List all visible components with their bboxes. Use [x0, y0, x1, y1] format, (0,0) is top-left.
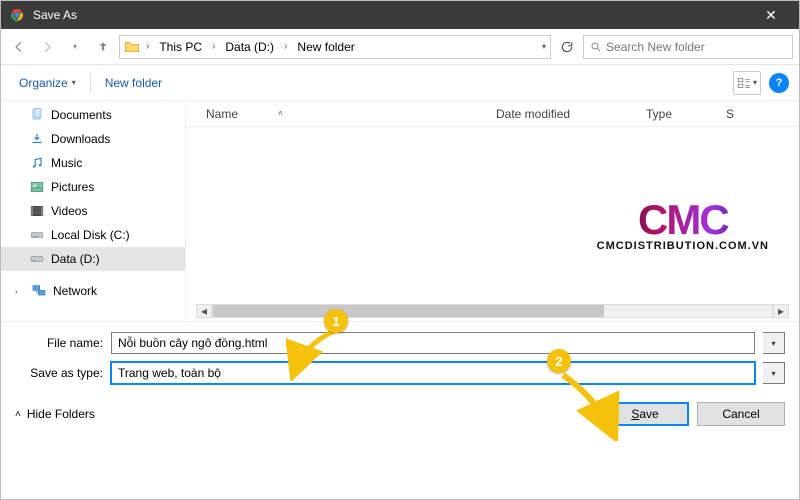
network-icon: [31, 283, 47, 299]
file-list: Name ˄ Date modified Type S ◂ ▸: [186, 101, 799, 321]
column-date[interactable]: Date modified: [496, 107, 646, 121]
new-folder-button[interactable]: New folder: [97, 72, 170, 94]
tree-item-documents[interactable]: Documents: [1, 103, 185, 127]
refresh-button[interactable]: [555, 35, 579, 59]
view-options-button[interactable]: ▾: [733, 71, 761, 95]
main-area: Documents Downloads Music Pictures Video…: [1, 101, 799, 321]
column-type[interactable]: Type: [646, 107, 726, 121]
nav-tree: Documents Downloads Music Pictures Video…: [1, 101, 186, 321]
cancel-button[interactable]: Cancel: [697, 402, 785, 426]
annotation-arrow-1: [286, 327, 346, 381]
pictures-icon: [29, 179, 45, 195]
breadcrumb-item[interactable]: This PC: [155, 40, 206, 54]
chevron-right-icon: ›: [144, 41, 151, 52]
filename-input[interactable]: [111, 332, 755, 354]
music-icon: [29, 155, 45, 171]
forward-button[interactable]: [35, 35, 59, 59]
horizontal-scrollbar[interactable]: ◂ ▸: [196, 303, 789, 319]
column-size[interactable]: S: [726, 107, 799, 121]
savetype-input[interactable]: [111, 362, 755, 384]
recent-locations-button[interactable]: ▾: [63, 35, 87, 59]
up-button[interactable]: [91, 35, 115, 59]
scroll-right-arrow[interactable]: ▸: [773, 304, 789, 318]
scroll-left-arrow[interactable]: ◂: [196, 304, 212, 318]
search-icon: [590, 41, 602, 53]
breadcrumb-dropdown[interactable]: ▾: [542, 42, 546, 51]
tree-item-music[interactable]: Music: [1, 151, 185, 175]
annotation-marker-1: 1: [324, 309, 348, 333]
search-placeholder: Search New folder: [606, 40, 705, 54]
nav-bar: ▾ › This PC › Data (D:) › New folder ▾ S…: [1, 29, 799, 65]
organize-button[interactable]: Organize ▾: [11, 72, 84, 94]
column-headers: Name ˄ Date modified Type S: [186, 101, 799, 127]
chevron-right-icon: ›: [210, 41, 217, 52]
videos-icon: [29, 203, 45, 219]
disk-icon: [29, 227, 45, 243]
tree-item-local-disk-c[interactable]: Local Disk (C:): [1, 223, 185, 247]
column-name[interactable]: Name: [206, 107, 238, 121]
disk-icon: [29, 251, 45, 267]
annotation-arrow-2: [557, 371, 627, 441]
tree-item-pictures[interactable]: Pictures: [1, 175, 185, 199]
chevron-right-icon: ›: [282, 41, 289, 52]
sort-caret-icon: ˄: [278, 109, 283, 118]
help-button[interactable]: ?: [769, 73, 789, 93]
tree-item-videos[interactable]: Videos: [1, 199, 185, 223]
savetype-label: Save as type:: [15, 366, 103, 380]
scroll-thumb[interactable]: [213, 305, 604, 317]
scroll-track[interactable]: [212, 304, 773, 318]
separator: [90, 74, 91, 92]
back-button[interactable]: [7, 35, 31, 59]
search-input[interactable]: Search New folder: [583, 35, 793, 59]
folder-icon: [124, 41, 140, 53]
annotation-marker-2: 2: [547, 349, 571, 373]
chevron-right-icon: ›: [15, 287, 25, 296]
savetype-dropdown[interactable]: ▾: [763, 362, 785, 384]
filename-dropdown[interactable]: ▾: [763, 332, 785, 354]
chrome-icon: [9, 7, 25, 23]
downloads-icon: [29, 131, 45, 147]
documents-icon: [29, 107, 45, 123]
breadcrumb-item[interactable]: New folder: [293, 40, 358, 54]
hide-folders-button[interactable]: ˄ Hide Folders: [15, 407, 95, 421]
bottom-bar: ˄ Hide Folders Save Cancel: [1, 396, 799, 438]
tree-item-downloads[interactable]: Downloads: [1, 127, 185, 151]
close-button[interactable]: ✕: [751, 7, 791, 24]
filename-fields: File name: ▾ Save as type: ▾: [1, 321, 799, 396]
window-title: Save As: [33, 8, 751, 22]
breadcrumb-item[interactable]: Data (D:): [221, 40, 278, 54]
tree-item-data-d[interactable]: Data (D:): [1, 247, 185, 271]
breadcrumb-bar[interactable]: › This PC › Data (D:) › New folder ▾: [119, 35, 551, 59]
tree-item-network[interactable]: ›Network: [1, 279, 185, 303]
title-bar: Save As ✕: [1, 1, 799, 29]
filename-label: File name:: [15, 336, 103, 350]
chevron-up-icon: ˄: [15, 409, 21, 420]
toolbar: Organize ▾ New folder ▾ ?: [1, 65, 799, 101]
